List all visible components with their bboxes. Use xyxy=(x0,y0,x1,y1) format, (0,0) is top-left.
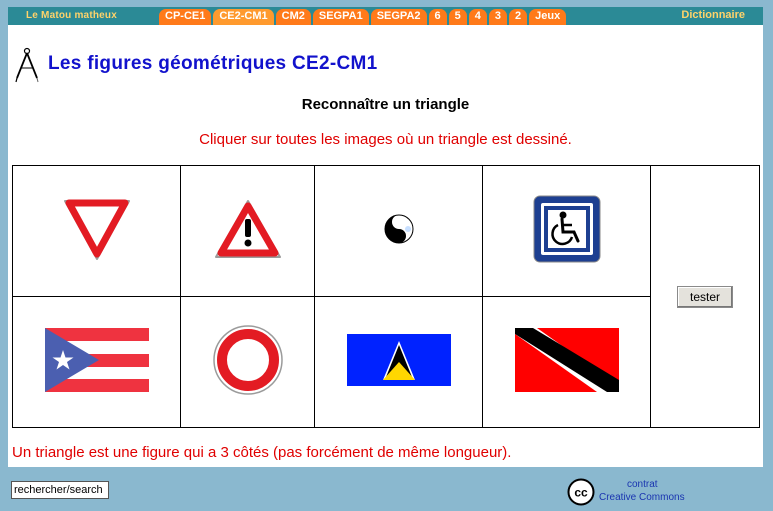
wheelchair-icon[interactable] xyxy=(532,194,602,264)
tab-5[interactable]: 5 xyxy=(448,9,467,25)
no-vehicles-sign-icon[interactable] xyxy=(212,324,284,396)
grid-cell xyxy=(482,296,651,428)
tab-ce2-cm1[interactable]: CE2-CM1 xyxy=(213,9,274,25)
puerto-rico-flag-icon[interactable] xyxy=(44,327,149,392)
tab-cp-ce1[interactable]: CP-CE1 xyxy=(159,9,212,25)
yin-yang-icon[interactable] xyxy=(383,213,415,245)
warning-sign-icon[interactable] xyxy=(213,198,283,260)
grid-cell xyxy=(482,165,651,297)
tab-2[interactable]: 2 xyxy=(509,9,528,25)
tab-4[interactable]: 4 xyxy=(468,9,487,25)
grid-cell xyxy=(12,165,181,297)
grid-cell xyxy=(180,165,315,297)
yield-sign-icon[interactable] xyxy=(62,197,132,261)
main-panel: Les figures géométriques CE2-CM1 Reconna… xyxy=(8,25,763,467)
page-title: Les figures géométriques CE2-CM1 xyxy=(48,53,378,74)
grid-cell xyxy=(314,296,483,428)
grid-cell xyxy=(314,165,483,297)
search-input[interactable] xyxy=(11,481,109,499)
compass-icon xyxy=(15,47,39,83)
grid-cell: tester xyxy=(650,165,760,428)
grid-cell xyxy=(180,296,315,428)
level-tabs: CP-CE1 CE2-CM1 CM2 SEGPA1 SEGPA2 6 5 4 3… xyxy=(159,9,567,25)
dictionary-link[interactable]: Dictionnaire xyxy=(681,9,745,21)
cc-line-2: Creative Commons xyxy=(599,492,685,503)
tab-6[interactable]: 6 xyxy=(428,9,447,25)
exercise-instruction: Cliquer sur toutes les images où un tria… xyxy=(199,131,572,148)
grid-cell xyxy=(12,296,181,428)
image-grid: tester xyxy=(12,165,760,428)
trinidad-flag-icon[interactable] xyxy=(514,327,619,392)
tab-3[interactable]: 3 xyxy=(488,9,507,25)
cc-line-1: contrat xyxy=(627,479,658,490)
tab-segpa2[interactable]: SEGPA2 xyxy=(370,9,427,25)
svg-text:cc: cc xyxy=(574,486,588,500)
tab-jeux[interactable]: Jeux xyxy=(529,9,567,25)
exercise-subtitle: Reconnaître un triangle xyxy=(301,96,470,113)
saint-lucia-flag-icon[interactable] xyxy=(346,333,451,386)
creative-commons-link[interactable]: contrat Creative Commons xyxy=(599,478,699,504)
top-navigation: Le Matou matheux CP-CE1 CE2-CM1 CM2 SEGP… xyxy=(8,7,763,25)
triangle-definition: Un triangle est une figure qui a 3 côtés… xyxy=(12,444,512,461)
creative-commons-icon[interactable]: cc xyxy=(567,478,595,506)
check-button[interactable]: tester xyxy=(677,285,733,308)
tab-segpa1[interactable]: SEGPA1 xyxy=(312,9,369,25)
site-brand-link[interactable]: Le Matou matheux xyxy=(26,10,117,21)
tab-cm2[interactable]: CM2 xyxy=(275,9,311,25)
